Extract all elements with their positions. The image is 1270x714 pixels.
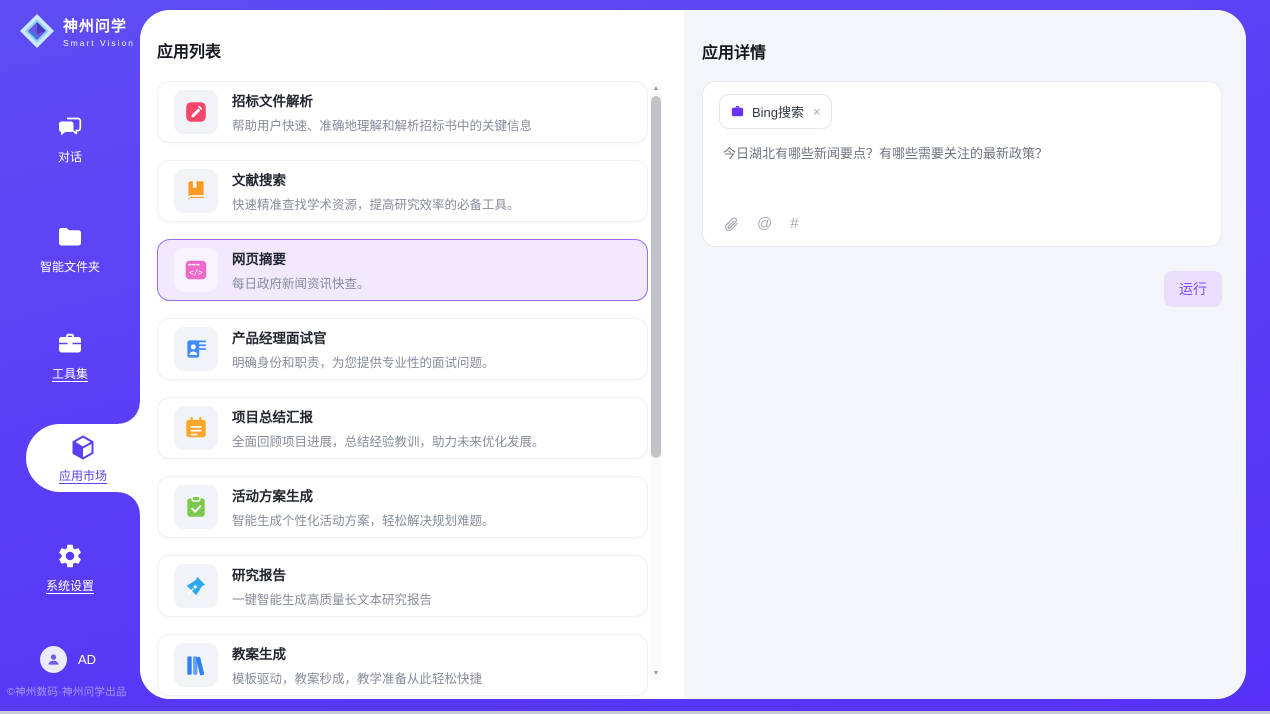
- brand-subtitle: Smart Vision: [63, 38, 135, 48]
- sidebar-item-label: 系统设置: [46, 577, 94, 594]
- app-card[interactable]: 文献搜索 快速精准查找学术资源，提高研究效率的必备工具。: [157, 160, 648, 222]
- app-item-title: 研究报告: [232, 564, 432, 584]
- sidebar-item-label: 应用市场: [59, 467, 107, 484]
- app-list: 招标文件解析 帮助用户快速、准确地理解和解析招标书中的关键信息 文献搜索 快速精…: [157, 81, 648, 699]
- app-item-title: 招标文件解析: [232, 90, 532, 110]
- app-card[interactable]: 招标文件解析 帮助用户快速、准确地理解和解析招标书中的关键信息: [157, 81, 648, 143]
- gear-icon: [56, 542, 84, 570]
- prompt-card: Bing搜索 × 今日湖北有哪些新闻要点？有哪些需要关注的最新政策？ @ #: [702, 81, 1222, 247]
- app-detail-panel: 应用详情 Bing搜索 × 今日湖北有哪些新闻要点？有哪些需要关注的最新政策？: [684, 10, 1246, 699]
- book-icon: [174, 169, 218, 213]
- brand-name: 神州问学: [63, 15, 135, 36]
- avatar: [40, 646, 67, 673]
- main-content: 应用列表 招标文件解析 帮助用户快速、准确地理解和解析招标书中的关键信息 文献搜…: [140, 10, 1246, 699]
- app-item-title: 产品经理面试官: [232, 327, 495, 347]
- app-item-title: 文献搜索: [232, 169, 520, 189]
- app-item-desc: 帮助用户快速、准确地理解和解析招标书中的关键信息: [232, 115, 532, 134]
- app-card[interactable]: 项目总结汇报 全面回顾项目进展，总结经验教训，助力未来优化发展。: [157, 397, 648, 459]
- sidebar-item-toolset[interactable]: 工具集: [0, 330, 140, 382]
- tool-chip-bing-search[interactable]: Bing搜索 ×: [719, 94, 832, 129]
- app-list-title: 应用列表: [157, 38, 221, 62]
- browser-code-icon: </>: [174, 248, 218, 292]
- copyright-text: ©神州数码·神州问学出品: [7, 684, 140, 699]
- app-card[interactable]: 研究报告 一键智能生成高质量长文本研究报告: [157, 555, 648, 617]
- cube-icon: [68, 433, 98, 463]
- app-detail-title: 应用详情: [702, 39, 766, 63]
- sidebar-item-label: 智能文件夹: [40, 258, 100, 275]
- paperclip-icon[interactable]: [723, 216, 739, 232]
- app-item-desc: 快速精准查找学术资源，提高研究效率的必备工具。: [232, 194, 520, 213]
- sidebar-item-label: 工具集: [52, 365, 88, 382]
- scrollbar-up-icon[interactable]: ▲: [650, 83, 662, 95]
- app-item-desc: 每日政府新闻资讯快查。: [232, 273, 370, 292]
- close-icon[interactable]: ×: [813, 104, 821, 119]
- sidebar-item-settings[interactable]: 系统设置: [0, 542, 140, 594]
- tool-chip-label: Bing搜索: [752, 102, 804, 121]
- sidebar-item-smart-folder[interactable]: 智能文件夹: [0, 223, 140, 275]
- user-account[interactable]: AD: [40, 646, 96, 673]
- document-edit-icon: [174, 90, 218, 134]
- app-card[interactable]: 教案生成 模板驱动，教案秒成，教学准备从此轻松快捷: [157, 634, 648, 696]
- svg-text:</>: </>: [189, 268, 203, 277]
- hash-tag-icon[interactable]: #: [790, 215, 798, 232]
- app-item-desc: 明确身份和职责，为您提供专业性的面试问题。: [232, 352, 495, 371]
- scrollbar-thumb[interactable]: [651, 96, 661, 458]
- toolbox-icon: [56, 330, 84, 358]
- run-button[interactable]: 运行: [1164, 271, 1222, 307]
- app-item-desc: 全面回顾项目进展，总结经验教训，助力未来优化发展。: [232, 431, 545, 450]
- app-item-desc: 模板驱动，教案秒成，教学准备从此轻松快捷: [232, 668, 482, 687]
- app-item-title: 活动方案生成: [232, 485, 495, 505]
- brand-diamond-icon: [18, 12, 56, 50]
- app-card[interactable]: </> 网页摘要 每日政府新闻资讯快查。: [157, 239, 648, 301]
- brand-logo: 神州问学 Smart Vision: [18, 12, 135, 50]
- sidebar-item-app-market[interactable]: 应用市场: [26, 424, 140, 492]
- clipboard-check-icon: [174, 485, 218, 529]
- app-item-desc: 智能生成个性化活动方案，轻松解决规划难题。: [232, 510, 495, 529]
- app-item-title: 网页摘要: [232, 248, 370, 268]
- app-item-desc: 一键智能生成高质量长文本研究报告: [232, 589, 432, 608]
- calendar-report-icon: [174, 406, 218, 450]
- run-row: 运行: [702, 271, 1222, 307]
- sidebar: 神州问学 Smart Vision 对话 智能文件夹 工具集: [0, 0, 140, 714]
- sidebar-item-label: 对话: [58, 148, 82, 165]
- app-card[interactable]: 产品经理面试官 明确身份和职责，为您提供专业性的面试问题。: [157, 318, 648, 380]
- username: AD: [78, 652, 96, 667]
- app-card[interactable]: 活动方案生成 智能生成个性化活动方案，轻松解决规划难题。: [157, 476, 648, 538]
- attachment-toolbar: @ #: [723, 215, 799, 232]
- at-mention-icon[interactable]: @: [757, 215, 772, 232]
- app-item-title: 教案生成: [232, 643, 482, 663]
- interviewer-icon: [174, 327, 218, 371]
- chat-icon: [56, 113, 84, 141]
- briefcase-icon: [730, 104, 745, 119]
- sidebar-item-chat[interactable]: 对话: [0, 113, 140, 165]
- pen-report-icon: [174, 564, 218, 608]
- books-icon: [174, 643, 218, 687]
- scrollbar-down-icon[interactable]: ▼: [650, 668, 662, 680]
- app-list-panel: 应用列表 招标文件解析 帮助用户快速、准确地理解和解析招标书中的关键信息 文献搜…: [140, 10, 684, 699]
- folder-icon: [56, 223, 84, 251]
- prompt-input[interactable]: 今日湖北有哪些新闻要点？有哪些需要关注的最新政策？: [723, 144, 1201, 164]
- app-item-title: 项目总结汇报: [232, 406, 545, 426]
- app-list-scrollbar[interactable]: ▲ ▼: [650, 83, 662, 680]
